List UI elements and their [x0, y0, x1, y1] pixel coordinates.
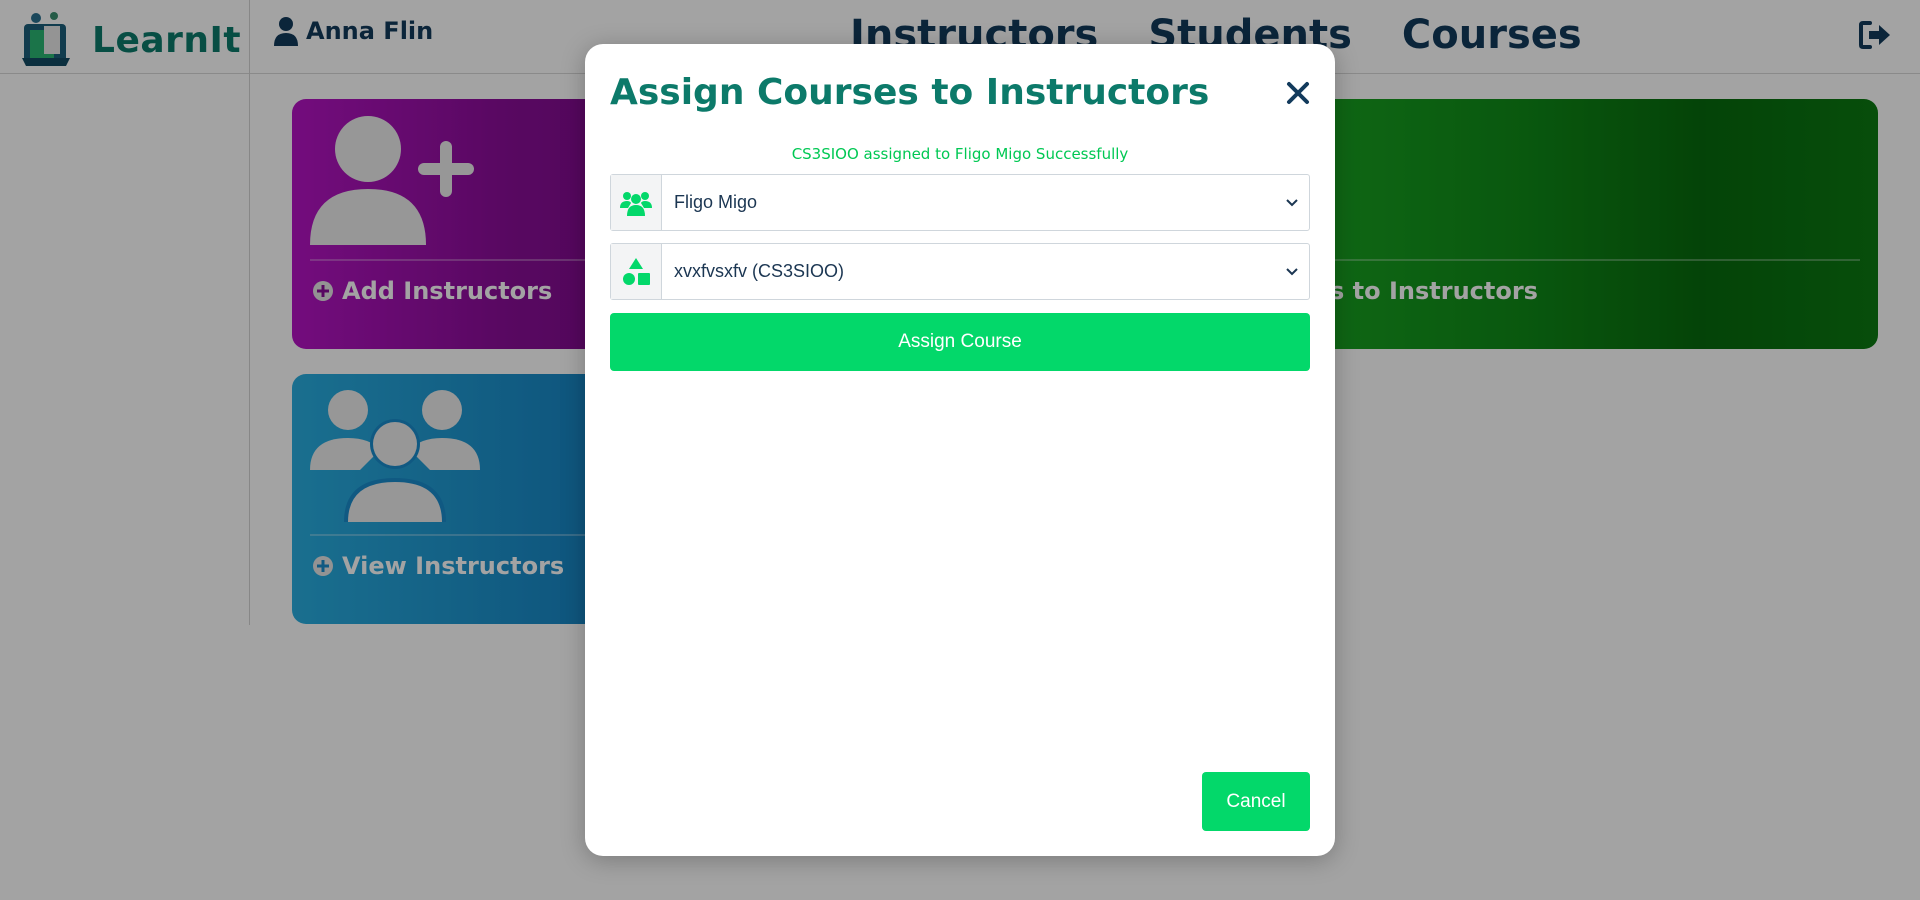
assign-course-button[interactable]: Assign Course — [610, 313, 1310, 371]
modal-title: Assign Courses to Instructors — [610, 72, 1210, 113]
course-select-value: xvxfvsxfv (CS3SIOO) — [674, 261, 845, 281]
success-message: CS3SIOO assigned to Fligo Migo Successfu… — [791, 145, 1129, 163]
chevron-down-icon — [1275, 244, 1309, 299]
course-select[interactable]: xvxfvsxfv (CS3SIOO) — [610, 243, 1310, 300]
instructor-select-value: Fligo Migo — [674, 192, 758, 212]
shapes-icon — [623, 257, 650, 285]
close-icon[interactable] — [1283, 78, 1313, 108]
assign-courses-modal: Assign Courses to Instructors CS3SIOO as… — [585, 44, 1335, 856]
course-select-icon-box — [611, 244, 662, 299]
instructor-select-icon-box — [611, 175, 662, 230]
cancel-button[interactable]: Cancel — [1202, 772, 1310, 831]
chevron-down-icon — [1275, 175, 1309, 230]
instructor-select[interactable]: Fligo Migo — [610, 174, 1310, 231]
users-icon — [620, 191, 652, 216]
